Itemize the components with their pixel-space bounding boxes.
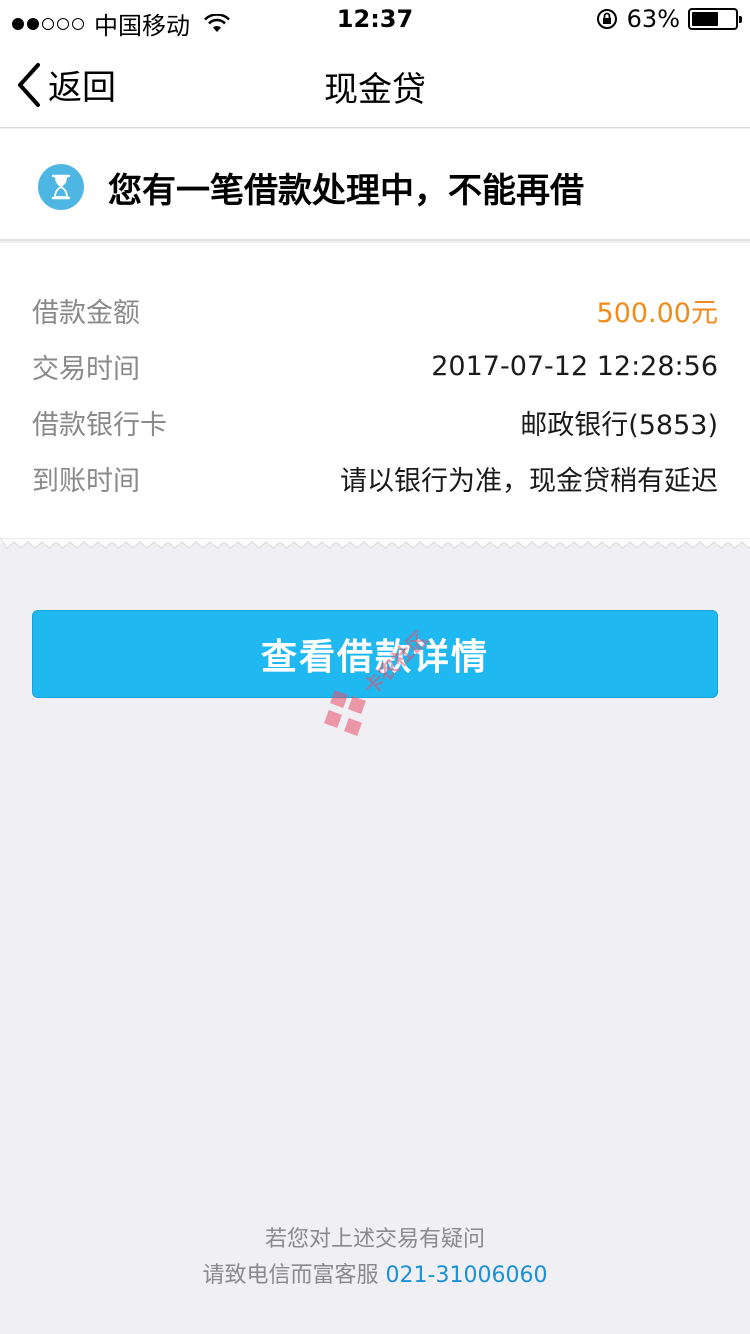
notice-text: 您有一笔借款处理中，不能再借 — [108, 171, 584, 211]
detail-label: 到账时间 — [32, 465, 140, 497]
detail-label: 交易时间 — [32, 353, 140, 385]
receipt-zigzag-edge — [0, 538, 750, 549]
status-bar: 中国移动 12:37 63% — [0, 0, 750, 40]
arrival-time-value: 请以银行为准，现金贷稍有延迟 — [340, 465, 718, 497]
detail-label: 借款银行卡 — [32, 409, 167, 441]
transaction-time-value: 2017-07-12 12:28:56 — [431, 350, 718, 382]
bank-card-value: 邮政银行(5853) — [520, 409, 718, 441]
hourglass-icon — [38, 164, 84, 210]
detail-label: 借款金额 — [32, 297, 140, 329]
loan-details: 借款金额 500.00元 交易时间 2017-07-12 12:28:56 借款… — [0, 243, 750, 543]
customer-service-phone-link[interactable]: 021-31006060 — [386, 1263, 548, 1288]
detail-row-arrival-time: 到账时间 请以银行为准，现金贷稍有延迟 — [32, 458, 718, 498]
detail-row-bank-card: 借款银行卡 邮政银行(5853) — [32, 402, 718, 442]
nav-bar: 返回 现金贷 — [0, 40, 750, 128]
rotation-lock-icon — [596, 9, 617, 29]
loan-amount-value: 500.00元 — [596, 297, 718, 329]
footer-question: 若您对上述交易有疑问 — [264, 1227, 485, 1252]
page-title: 现金贷 — [324, 70, 426, 110]
detail-row-amount: 借款金额 500.00元 — [32, 290, 718, 330]
view-loan-details-button[interactable]: 查看借款详情 — [32, 610, 718, 698]
footer-help: 若您对上述交易有疑问 请致电信而富客服 021-31006060 — [0, 1222, 750, 1294]
battery-icon — [688, 8, 742, 30]
footer-contact: 请致电信而富客服 021-31006060 — [0, 1258, 750, 1294]
footer-contact-prefix: 请致电信而富客服 — [202, 1263, 386, 1288]
status-right: 63% — [595, 5, 742, 33]
loan-status-notice: 您有一笔借款处理中，不能再借 — [0, 129, 750, 241]
battery-percent: 63% — [626, 5, 680, 33]
detail-row-time: 交易时间 2017-07-12 12:28:56 — [32, 346, 718, 386]
